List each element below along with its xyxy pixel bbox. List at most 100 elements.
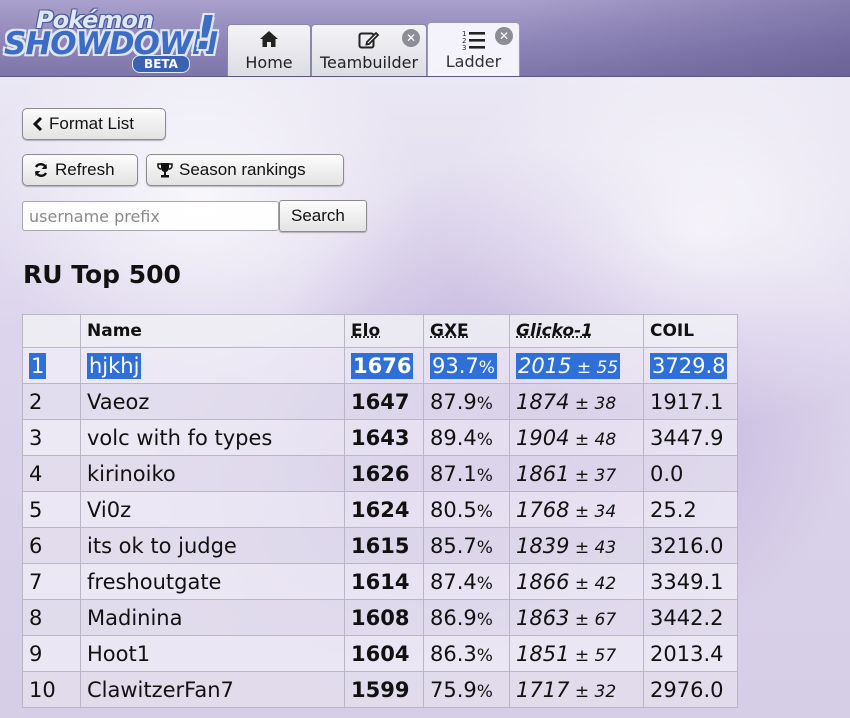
glicko-value-wrap: 1768 ± 34	[516, 498, 616, 522]
glicko-value: 2015	[518, 353, 572, 378]
rank-cell: 2	[22, 383, 81, 420]
coil-cell: 25.2	[643, 491, 738, 528]
table-row: 10 ClawitzerFan7 1599 75.9% 1717 ± 32 2976.0	[22, 671, 738, 708]
column-header-rank	[22, 314, 81, 348]
glicko-value-wrap: 1874 ± 38	[516, 390, 616, 414]
gxe-value-wrap: 85.7%	[430, 534, 493, 558]
glicko-cell: 1851 ± 57	[509, 635, 644, 672]
player-name-link[interactable]: Madinina	[87, 606, 182, 630]
gxe-cell: 87.1%	[423, 455, 510, 492]
coil-value: 3442.2	[650, 605, 724, 630]
rank-value: 2	[29, 389, 43, 414]
player-name-link[interactable]: Vaeoz	[87, 390, 149, 414]
rank-cell: 7	[22, 563, 81, 600]
glicko-deviation: 43	[594, 537, 617, 558]
glicko-deviation-wrap: ± 48	[569, 429, 617, 450]
name-cell: Hoot1	[80, 635, 345, 672]
column-header-elo-text: Elo	[351, 321, 381, 341]
close-icon[interactable]: ✕	[402, 29, 420, 47]
coil-cell: 3447.9	[643, 419, 738, 456]
glicko-deviation-wrap: ± 57	[569, 645, 617, 666]
coil-value: 3729.8	[650, 352, 728, 379]
glicko-value: 1851	[516, 641, 570, 666]
glicko-cell: 1863 ± 67	[509, 599, 644, 636]
tab-ladder[interactable]: 123 Ladder ✕	[427, 22, 520, 76]
glicko-cell: 1717 ± 32	[509, 671, 644, 708]
gxe-value-wrap: 87.1%	[430, 462, 493, 486]
gxe-value: 87.9	[430, 389, 477, 414]
gxe-cell: 89.4%	[423, 419, 510, 456]
player-name-link[interactable]: volc with fo types	[87, 426, 272, 450]
percent-sign: %	[476, 537, 493, 558]
elo-cell: 1608	[344, 599, 424, 636]
player-name-link[interactable]: hjkhj	[87, 352, 142, 379]
home-icon	[228, 30, 310, 50]
glicko-deviation-wrap: ± 38	[569, 393, 617, 414]
tab-teambuilder-label: Teambuilder	[319, 53, 419, 72]
elo-cell: 1647	[344, 383, 424, 420]
rank-value: 6	[29, 533, 43, 558]
rank-cell: 4	[22, 455, 81, 492]
table-header-row: Name Elo GXE Glicko-1 COIL	[22, 314, 738, 348]
search-button[interactable]: Search	[279, 200, 367, 232]
gxe-value: 87.4	[430, 569, 477, 594]
gxe-value-wrap: 93.7%	[430, 352, 497, 379]
elo-value: 1643	[351, 425, 410, 450]
format-list-label: Format List	[49, 114, 135, 133]
glicko-value: 1874	[516, 389, 570, 414]
glicko-deviation: 67	[594, 609, 617, 630]
glicko-deviation: 38	[594, 393, 617, 414]
glicko-cell: 1904 ± 48	[509, 419, 644, 456]
username-search-input[interactable]	[22, 201, 279, 231]
gxe-value-wrap: 75.9%	[430, 678, 493, 702]
coil-value: 1917.1	[650, 389, 724, 414]
table-row: 7 freshoutgate 1614 87.4% 1866 ± 42 3349.1	[22, 563, 738, 600]
trophy-icon	[157, 163, 173, 178]
gxe-value: 93.7	[432, 353, 479, 378]
elo-value: 1604	[351, 641, 410, 666]
column-header-elo: Elo	[344, 314, 424, 348]
format-list-button[interactable]: Format List	[22, 108, 166, 140]
name-cell: hjkhj	[80, 347, 345, 384]
season-rankings-label: Season rankings	[179, 160, 306, 179]
tab-teambuilder[interactable]: Teambuilder ✕	[311, 24, 427, 76]
coil-cell: 3216.0	[643, 527, 738, 564]
elo-value: 1608	[351, 605, 410, 630]
table-row: 4 kirinoiko 1626 87.1% 1861 ± 37 0.0	[22, 455, 738, 492]
elo-cell: 1624	[344, 491, 424, 528]
gxe-value: 87.1	[430, 461, 477, 486]
gxe-value: 80.5	[430, 497, 477, 522]
elo-cell: 1676	[344, 347, 424, 384]
elo-cell: 1614	[344, 563, 424, 600]
season-rankings-button[interactable]: Season rankings	[146, 154, 344, 186]
percent-sign: %	[476, 465, 493, 486]
tab-home[interactable]: Home	[227, 24, 311, 76]
name-cell: its ok to judge	[80, 527, 345, 564]
gxe-value-wrap: 87.9%	[430, 390, 493, 414]
percent-sign: %	[476, 393, 493, 414]
rank-value: 1	[29, 352, 47, 379]
player-name-link[interactable]: freshoutgate	[87, 570, 221, 594]
player-name-link[interactable]: its ok to judge	[87, 534, 237, 558]
glicko-deviation-wrap: ± 43	[569, 537, 617, 558]
glicko-cell: 1768 ± 34	[509, 491, 644, 528]
glicko-deviation: 34	[594, 501, 617, 522]
glicko-value-wrap: 1851 ± 57	[516, 642, 616, 666]
player-name-link[interactable]: Hoot1	[87, 642, 150, 666]
coil-cell: 3442.2	[643, 599, 738, 636]
player-name-link[interactable]: Vi0z	[87, 498, 131, 522]
pokemon-showdown-logo[interactable]: Pokémon SHOWDOWN ! BETA	[4, 6, 220, 73]
close-icon[interactable]: ✕	[495, 27, 513, 45]
percent-sign: %	[476, 501, 493, 522]
gxe-value: 86.9	[430, 605, 477, 630]
name-cell: kirinoiko	[80, 455, 345, 492]
coil-cell: 0.0	[643, 455, 738, 492]
column-header-gxe: GXE	[423, 314, 510, 348]
refresh-button[interactable]: Refresh	[22, 154, 138, 186]
player-name-link[interactable]: ClawitzerFan7	[87, 678, 234, 702]
table-row: 6 its ok to judge 1615 85.7% 1839 ± 43 3216.0	[22, 527, 738, 564]
app-header: Pokémon SHOWDOWN ! BETA Home Teambuilder…	[0, 0, 850, 77]
rank-cell: 1	[22, 347, 81, 384]
elo-value: 1614	[351, 569, 410, 594]
player-name-link[interactable]: kirinoiko	[87, 462, 176, 486]
